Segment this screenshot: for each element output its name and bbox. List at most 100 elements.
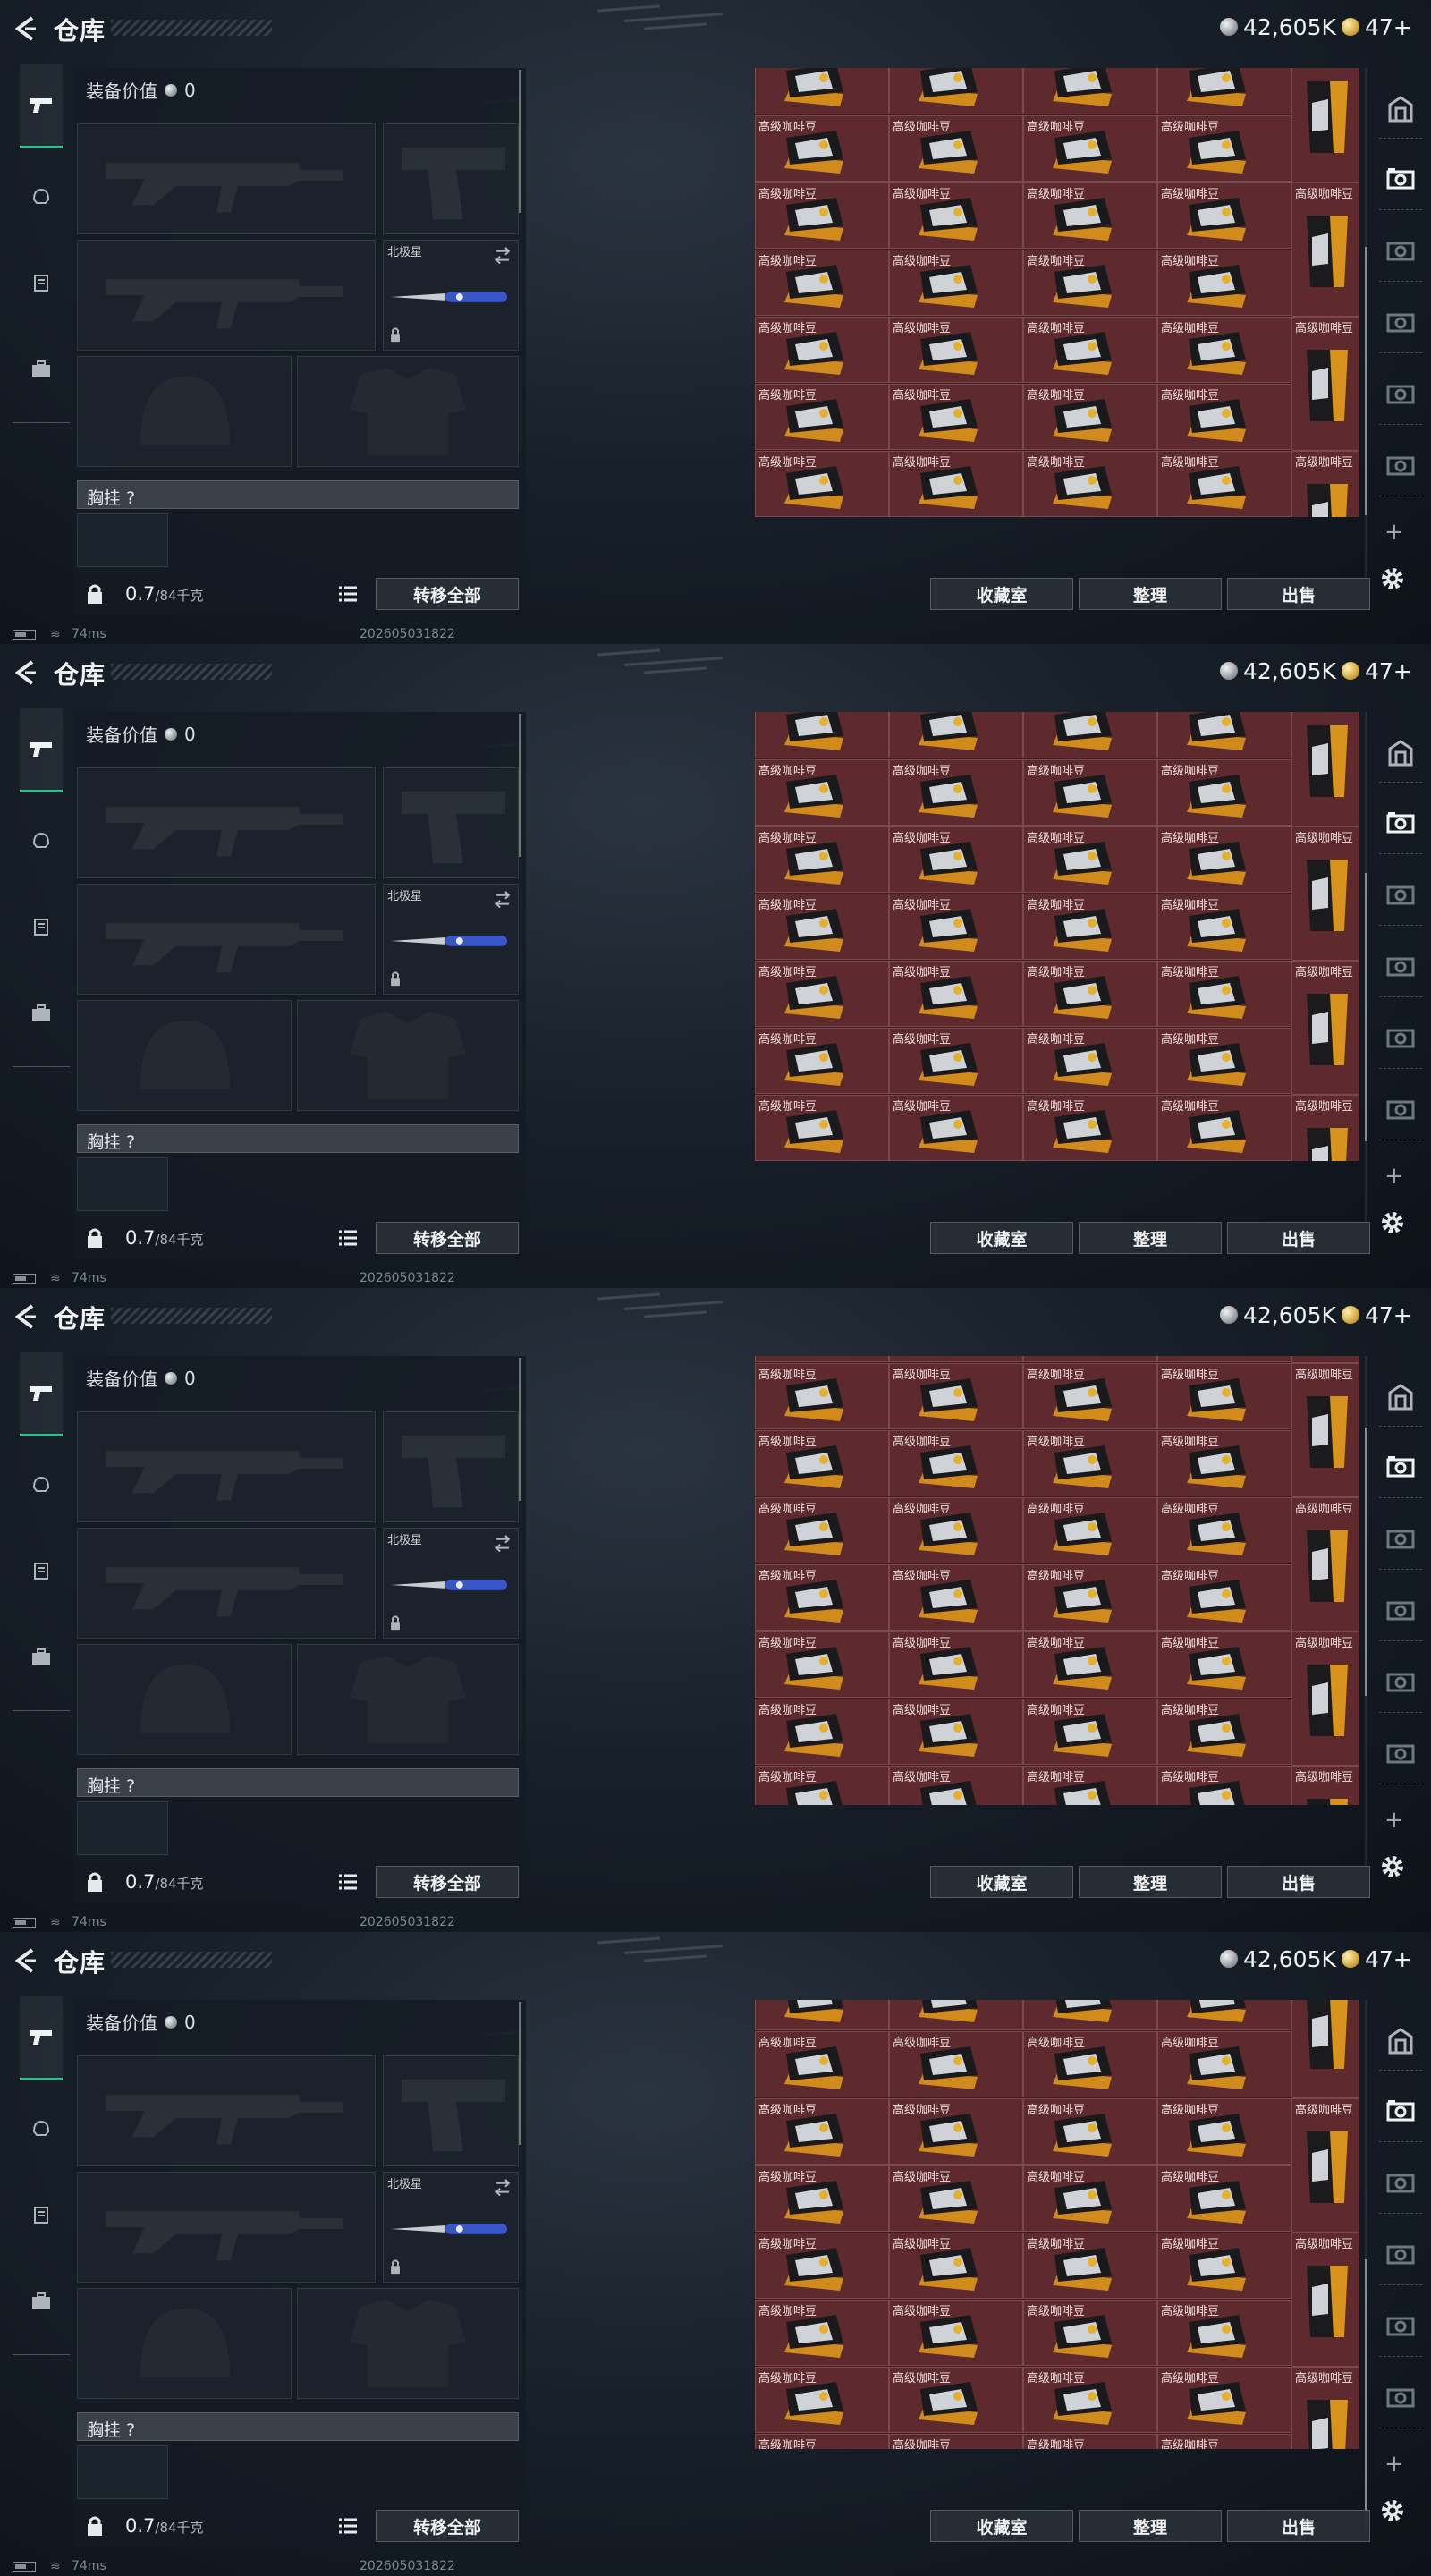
inventory-scrollbar[interactable] <box>1365 1356 1367 1893</box>
helmet-slot[interactable] <box>77 1000 292 1111</box>
stash-tab-2[interactable] <box>1379 2161 1422 2204</box>
inventory-item[interactable]: 高级咖啡豆 <box>755 2098 889 2165</box>
armor-slot[interactable] <box>297 1000 519 1111</box>
inventory-item[interactable]: 高级咖啡豆 <box>755 250 889 316</box>
inventory-scroll-thumb[interactable] <box>1365 247 1367 515</box>
gold-currency[interactable]: 47+ <box>1342 14 1412 40</box>
stash-tab-4[interactable] <box>1379 1016 1422 1059</box>
inventory-item[interactable]: 高级咖啡豆 <box>889 2434 1023 2449</box>
inventory-item[interactable]: 高级咖啡豆 <box>755 2165 889 2232</box>
nav-weapons[interactable] <box>20 1352 63 1436</box>
back-arrow-icon[interactable] <box>13 1302 41 1331</box>
inventory-item[interactable]: 高级咖啡豆 <box>1023 250 1157 316</box>
chest-rig-slot[interactable] <box>77 513 168 567</box>
stash-tab-3[interactable] <box>1379 301 1422 343</box>
inventory-item-tall[interactable]: 高级咖啡豆 <box>1291 961 1359 1095</box>
transfer-all-button[interactable]: 转移全部 <box>376 578 519 610</box>
primary-weapon-slot[interactable] <box>77 767 376 878</box>
sort-button[interactable]: 整理 <box>1079 2510 1222 2542</box>
inventory-item[interactable]: 高级咖啡豆 <box>889 2165 1023 2232</box>
inventory-item[interactable]: 高级咖啡豆 <box>755 712 889 758</box>
inventory-item[interactable]: 高级咖啡豆 <box>1023 317 1157 383</box>
inventory-item[interactable]: 高级咖啡豆 <box>1023 1363 1157 1429</box>
inventory-item[interactable]: 高级咖啡豆 <box>755 68 889 114</box>
inventory-item[interactable]: 高级咖啡豆 <box>1023 759 1157 826</box>
nav-helmet[interactable] <box>20 1463 63 1506</box>
inventory-item[interactable]: 高级咖啡豆 <box>755 1631 889 1698</box>
helmet-slot[interactable] <box>77 2288 292 2399</box>
inventory-item[interactable]: 高级咖啡豆 <box>1023 2233 1157 2299</box>
inventory-item[interactable]: 高级咖啡豆 <box>755 1564 889 1631</box>
silver-currency[interactable]: 42,605K <box>1220 658 1336 684</box>
inventory-item[interactable]: 高级咖啡豆 <box>1157 115 1291 182</box>
inventory-item[interactable]: 高级咖啡豆 <box>1157 2098 1291 2165</box>
stash-tab-4[interactable] <box>1379 372 1422 415</box>
inventory-item[interactable]: 高级咖啡豆 <box>1023 961 1157 1027</box>
inventory-scrollbar[interactable] <box>1365 712 1367 1249</box>
silver-currency[interactable]: 42,605K <box>1220 1302 1336 1328</box>
knife-slot[interactable]: 北极星 <box>383 884 519 995</box>
collection-button[interactable]: 收藏室 <box>930 2510 1073 2542</box>
list-icon[interactable] <box>338 1873 358 1891</box>
inventory-item[interactable]: 高级咖啡豆 <box>1157 1095 1291 1161</box>
nav-helmet[interactable] <box>20 819 63 862</box>
inventory-item-tall[interactable]: 高级咖啡豆 <box>1291 2000 1359 2098</box>
inventory-item[interactable]: 高级咖啡豆 <box>1023 2434 1157 2449</box>
inventory-item[interactable]: 高级咖啡豆 <box>1023 1095 1157 1161</box>
inventory-item[interactable]: 高级咖啡豆 <box>1023 1564 1157 1631</box>
inventory-item-tall[interactable]: 高级咖啡豆 <box>1291 182 1359 317</box>
chest-rig-header[interactable]: 胸挂 ? <box>77 480 519 509</box>
inventory-item[interactable]: 高级咖啡豆 <box>889 1564 1023 1631</box>
collection-button[interactable]: 收藏室 <box>930 1222 1073 1254</box>
inventory-scroll-thumb[interactable] <box>1365 873 1367 1141</box>
inventory-item[interactable]: 高级咖啡豆 <box>1023 2031 1157 2097</box>
add-stash-button[interactable]: + <box>1384 1163 1404 1190</box>
inventory-item[interactable]: 高级咖啡豆 <box>1023 2098 1157 2165</box>
inventory-item-tall[interactable]: 高级咖啡豆 <box>1291 1363 1359 1497</box>
nav-helmet[interactable] <box>20 175 63 218</box>
collection-button[interactable]: 收藏室 <box>930 578 1073 610</box>
inventory-item[interactable]: 高级咖啡豆 <box>755 1766 889 1805</box>
inventory-item[interactable]: 高级咖啡豆 <box>889 1766 1023 1805</box>
chest-rig-slot[interactable] <box>77 1157 168 1211</box>
inventory-item[interactable]: 高级咖啡豆 <box>889 712 1023 758</box>
inventory-item[interactable]: 高级咖啡豆 <box>755 1095 889 1161</box>
inventory-item[interactable]: 高级咖啡豆 <box>889 826 1023 893</box>
inventory-item[interactable]: 高级咖啡豆 <box>889 1095 1023 1161</box>
inventory-item-tall[interactable]: 高级咖啡豆 <box>1291 1095 1359 1161</box>
stash-tab-5[interactable] <box>1379 2376 1422 2419</box>
inventory-item[interactable]: 高级咖啡豆 <box>1023 68 1157 114</box>
inventory-item[interactable]: 高级咖啡豆 <box>1157 68 1291 114</box>
primary-weapon-slot[interactable] <box>77 2055 376 2166</box>
inventory-item[interactable]: 高级咖啡豆 <box>1023 2165 1157 2232</box>
nav-bag[interactable] <box>20 1635 63 1678</box>
stash-tab-1[interactable] <box>1379 157 1422 200</box>
inventory-item[interactable]: 高级咖啡豆 <box>1023 451 1157 517</box>
secondary-weapon-slot[interactable] <box>77 240 376 351</box>
sell-button[interactable]: 出售 <box>1227 1222 1370 1254</box>
inventory-item[interactable]: 高级咖啡豆 <box>1023 2300 1157 2366</box>
inventory-item[interactable]: 高级咖啡豆 <box>755 1430 889 1496</box>
transfer-all-button[interactable]: 转移全部 <box>376 2510 519 2542</box>
inventory-scrollbar[interactable] <box>1365 2000 1367 2537</box>
inventory-item[interactable]: 高级咖啡豆 <box>889 894 1023 960</box>
inventory-item[interactable]: 高级咖啡豆 <box>755 317 889 383</box>
inventory-item[interactable]: 高级咖啡豆 <box>889 68 1023 114</box>
inventory-item[interactable]: 高级咖啡豆 <box>1157 182 1291 249</box>
knife-slot[interactable]: 北极星 <box>383 1528 519 1639</box>
nav-vest[interactable] <box>20 905 63 948</box>
inventory-item-tall[interactable]: 高级咖啡豆 <box>1291 1356 1359 1363</box>
inventory-item[interactable]: 高级咖啡豆 <box>1157 451 1291 517</box>
nav-vest[interactable] <box>20 261 63 304</box>
inventory-item[interactable]: 高级咖啡豆 <box>1157 1564 1291 1631</box>
armor-slot[interactable] <box>297 356 519 467</box>
inventory-item[interactable]: 高级咖啡豆 <box>1023 1766 1157 1805</box>
chest-rig-header[interactable]: 胸挂 ? <box>77 2412 519 2441</box>
inventory-item[interactable]: 高级咖啡豆 <box>1023 1356 1157 1362</box>
inventory-item[interactable]: 高级咖啡豆 <box>889 115 1023 182</box>
silver-currency[interactable]: 42,605K <box>1220 1946 1336 1972</box>
inventory-item[interactable]: 高级咖啡豆 <box>889 2300 1023 2366</box>
gear-icon[interactable] <box>1377 2496 1408 2526</box>
inventory-item-tall[interactable]: 高级咖啡豆 <box>1291 451 1359 517</box>
inventory-item[interactable]: 高级咖啡豆 <box>755 451 889 517</box>
